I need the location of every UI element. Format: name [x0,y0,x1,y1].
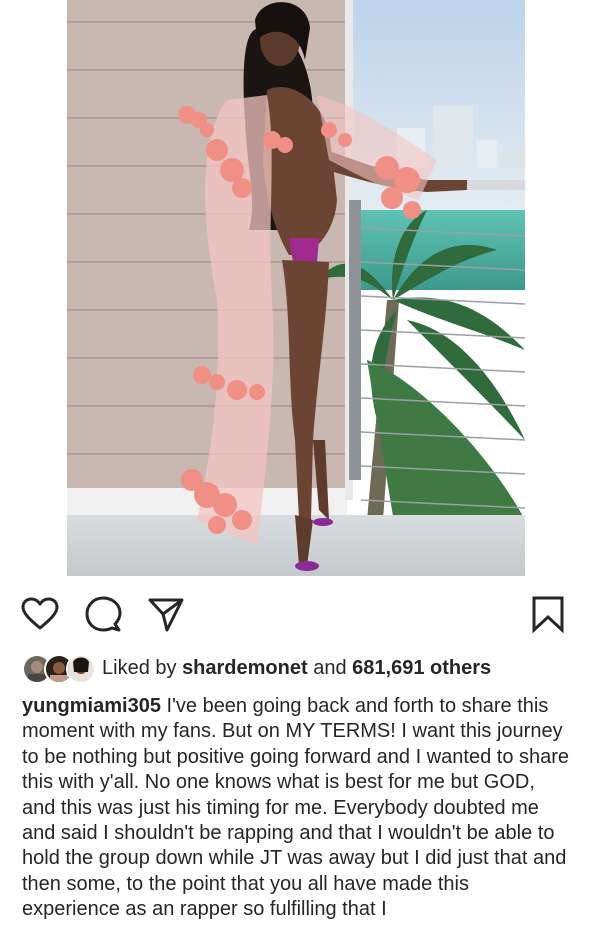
liker-username-link[interactable]: shardemonet [182,657,308,679]
likes-middle: and [307,656,353,679]
avatar[interactable] [66,654,96,684]
likes-prefix: Liked by [102,656,183,679]
post-photo[interactable] [67,0,525,576]
post-caption: yungmiami305 I've been going back and fo… [22,694,570,923]
likes-count-link[interactable]: 681,691 others [352,657,491,679]
paper-plane-icon [148,598,184,632]
caption-text: I've been going back and forth to share … [22,695,570,921]
likes-row: Liked by shardemonet and 681,691 others [22,652,491,684]
comment-bubble-icon [85,596,122,632]
likes-summary: Liked by shardemonet and 681,691 others [102,657,491,680]
like-button[interactable] [20,594,60,634]
post-photo-image [67,0,525,576]
post-actions-bar [0,590,590,638]
caption-username-link[interactable]: yungmiami305 [22,695,161,717]
save-button[interactable] [528,594,568,634]
share-button[interactable] [146,594,186,634]
liker-avatars [22,653,96,684]
bookmark-icon [532,596,564,633]
comment-button[interactable] [83,594,123,634]
heart-outline-icon [21,597,59,630]
